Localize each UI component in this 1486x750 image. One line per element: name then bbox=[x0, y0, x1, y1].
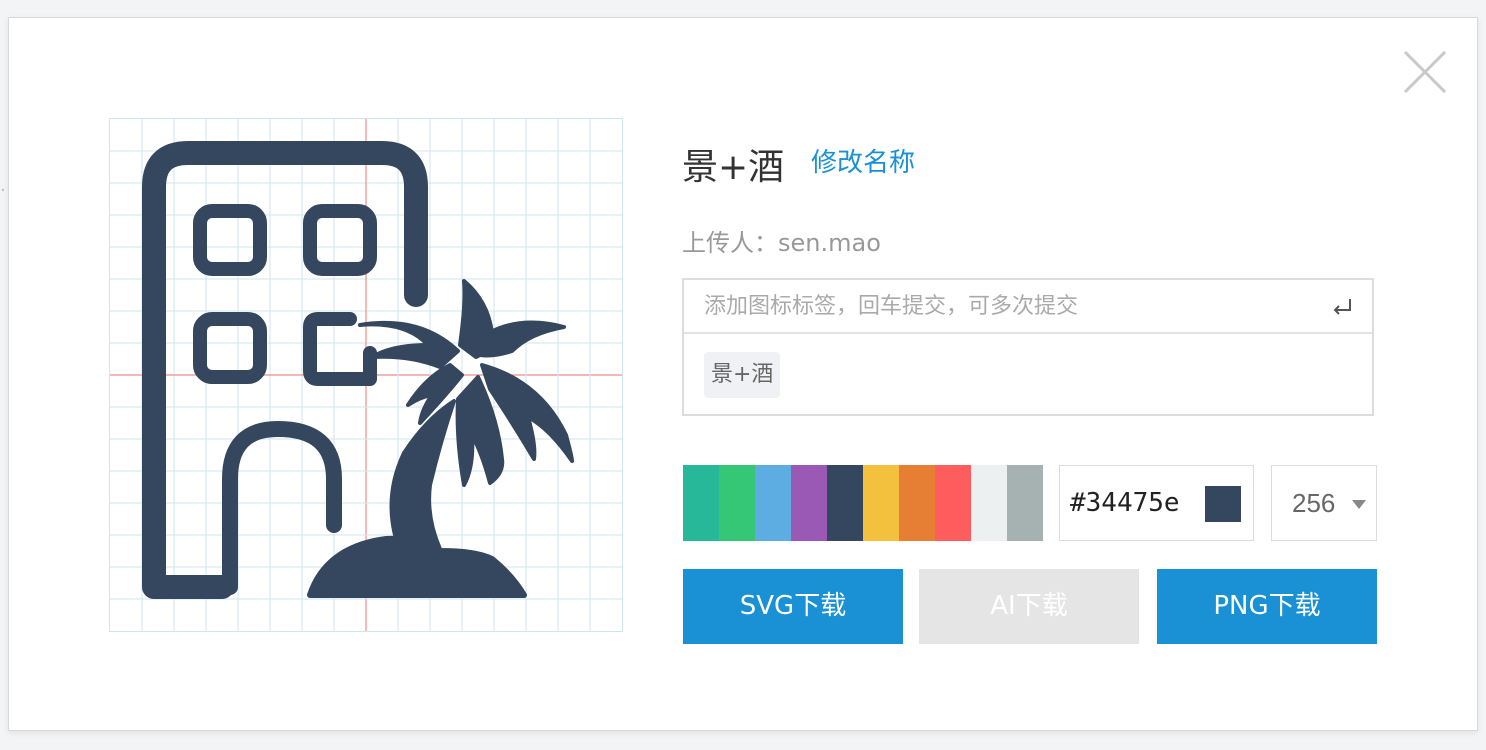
color-swatch[interactable] bbox=[899, 465, 935, 541]
png-download-button[interactable]: PNG下载 bbox=[1157, 569, 1377, 644]
uploader-info: 上传人：sen.mao bbox=[682, 223, 881, 258]
uploader-name: sen.mao bbox=[778, 229, 881, 257]
color-hex-field[interactable]: #34475e bbox=[1059, 465, 1254, 541]
size-select[interactable]: 256 bbox=[1271, 465, 1377, 541]
chevron-down-icon bbox=[1352, 500, 1366, 509]
tag-input[interactable] bbox=[684, 280, 1372, 334]
background-text: · bbox=[0, 180, 6, 201]
color-hex-value[interactable]: #34475e bbox=[1070, 488, 1180, 518]
color-swatch[interactable] bbox=[971, 465, 1007, 541]
tag-chip[interactable]: 景+酒 bbox=[704, 352, 781, 398]
rename-link[interactable]: 修改名称 bbox=[811, 142, 915, 179]
color-swatch[interactable] bbox=[935, 465, 971, 541]
tag-editor: 景+酒 bbox=[682, 278, 1374, 416]
icon-detail-dialog: 景+酒 修改名称 上传人：sen.mao 景+酒 #34475e 256 SVG… bbox=[8, 17, 1478, 731]
color-swatch[interactable] bbox=[683, 465, 719, 541]
color-swatch[interactable] bbox=[791, 465, 827, 541]
color-swatch[interactable] bbox=[1007, 465, 1043, 541]
color-swatch[interactable] bbox=[755, 465, 791, 541]
icon-preview-canvas bbox=[109, 118, 623, 632]
color-preview-swatch bbox=[1205, 486, 1241, 522]
enter-key-icon bbox=[1333, 299, 1351, 315]
color-palette bbox=[683, 465, 1043, 541]
ai-download-button[interactable]: AI下载 bbox=[919, 569, 1139, 644]
svg-download-button[interactable]: SVG下载 bbox=[683, 569, 903, 644]
color-swatch[interactable] bbox=[827, 465, 863, 541]
size-value: 256 bbox=[1292, 488, 1336, 518]
close-icon[interactable] bbox=[1401, 48, 1449, 96]
hotel-palm-icon bbox=[142, 141, 574, 599]
icon-title: 景+酒 bbox=[682, 147, 785, 188]
color-swatch[interactable] bbox=[863, 465, 899, 541]
uploader-label: 上传人： bbox=[682, 229, 778, 257]
color-swatch[interactable] bbox=[719, 465, 755, 541]
